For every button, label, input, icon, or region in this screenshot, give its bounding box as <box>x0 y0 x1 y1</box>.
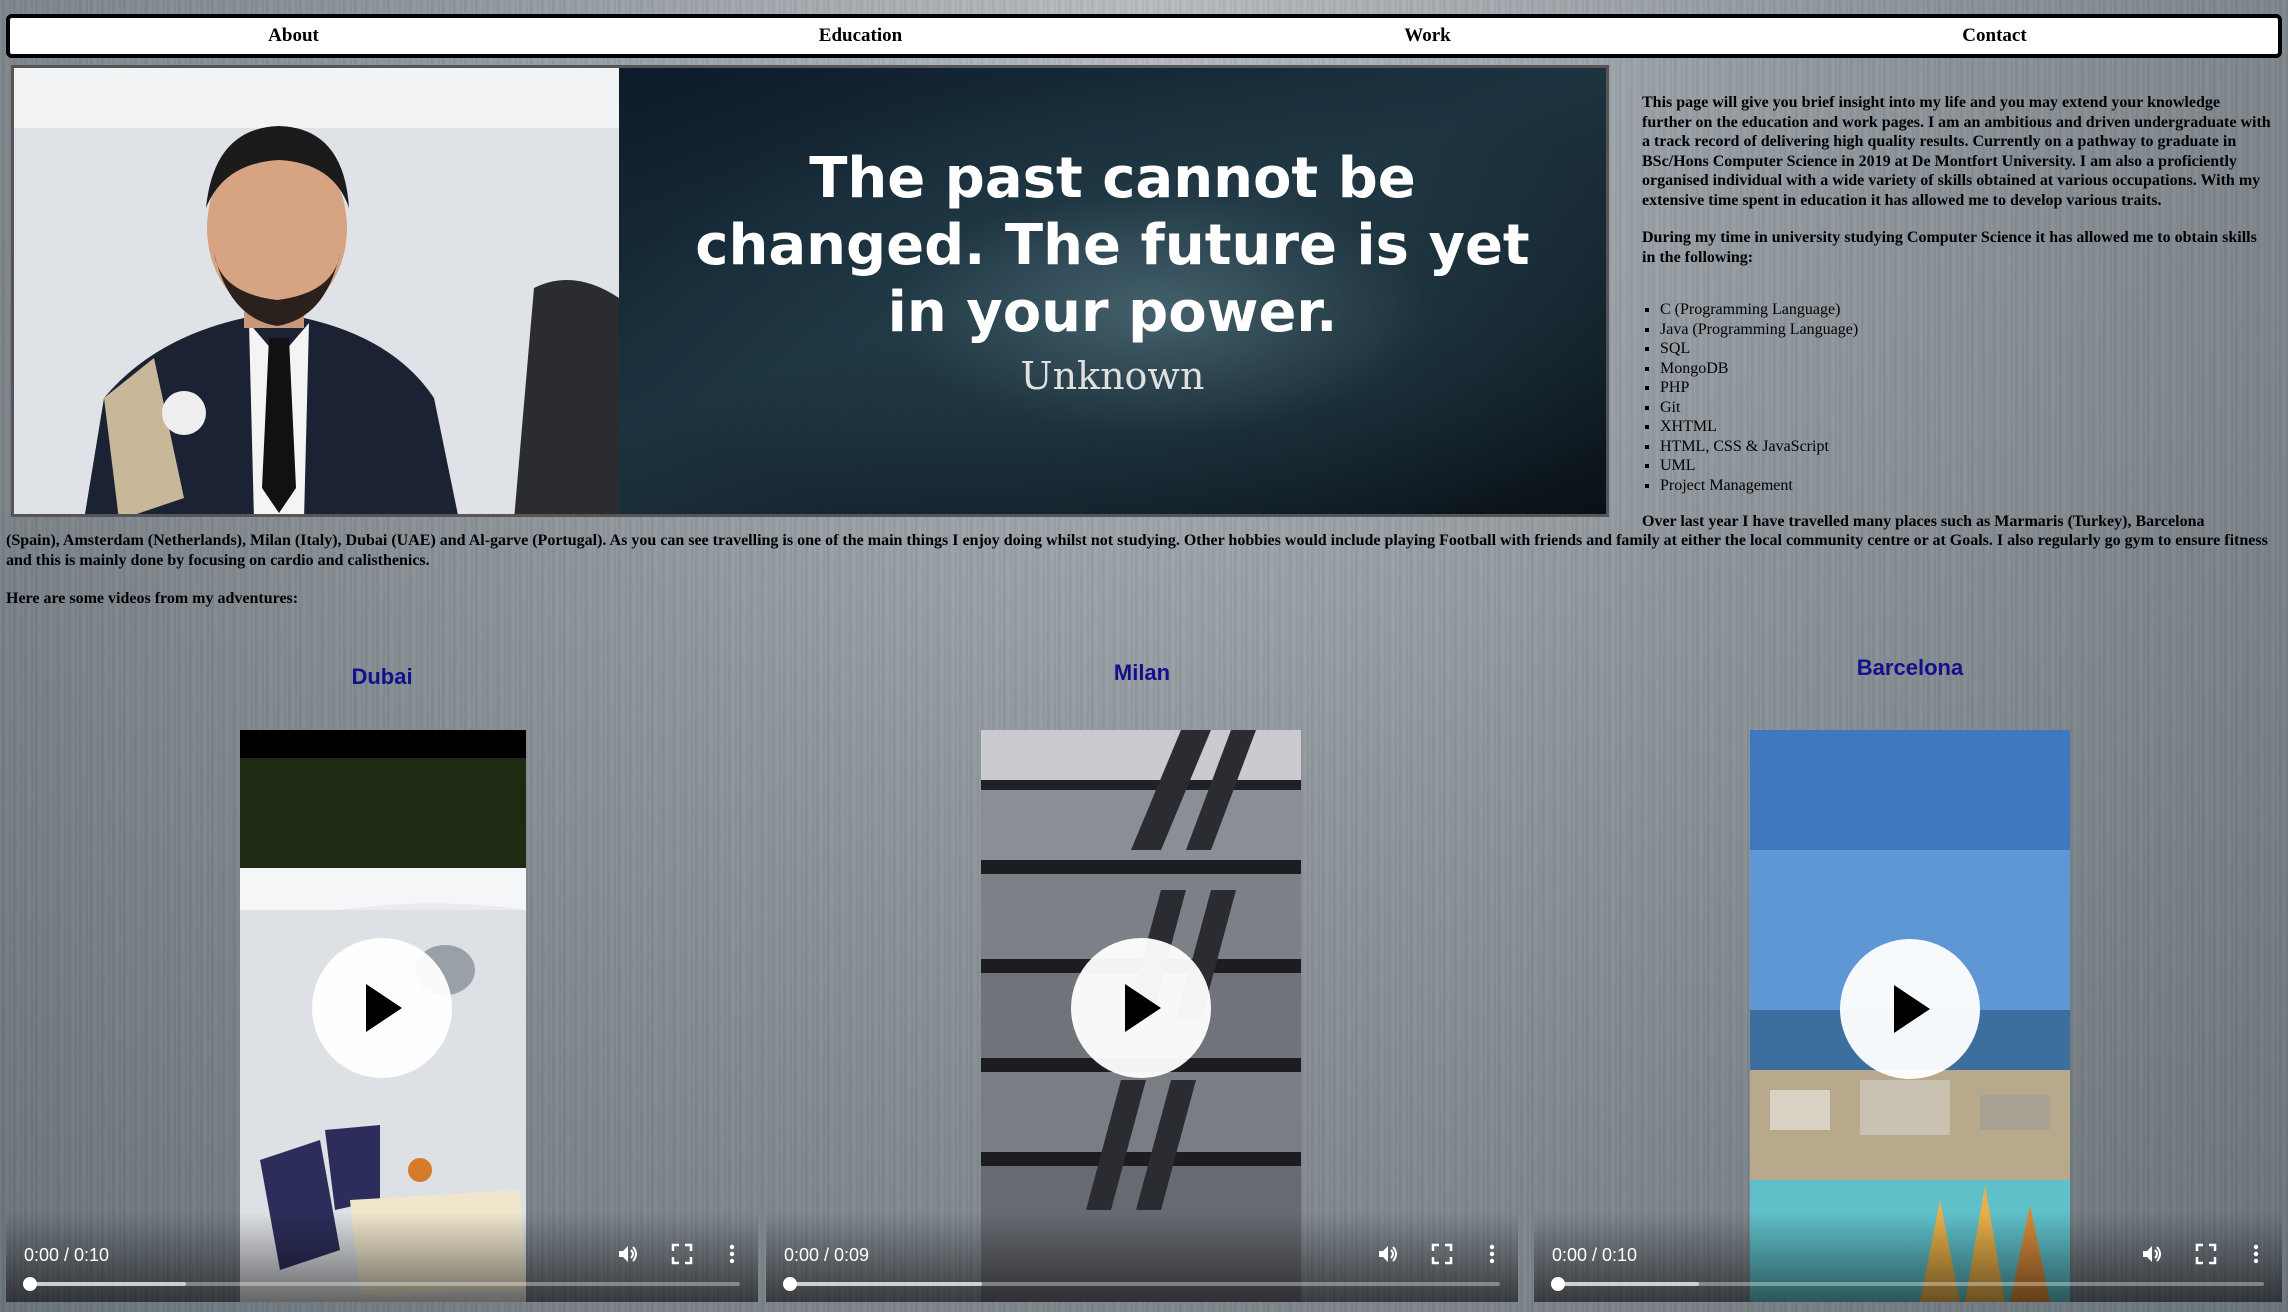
video-controls: 0:00 / 0:10 <box>1534 1212 2282 1302</box>
video-time: 0:00 / 0:10 <box>1552 1245 1638 1265</box>
list-item: Project Management <box>1660 476 2260 496</box>
seek-handle[interactable] <box>23 1277 37 1291</box>
list-item: HTML, CSS & JavaScript <box>1660 437 2260 457</box>
video-title-milan: Milan <box>1113 660 1171 685</box>
profile-photo-illustration <box>14 68 619 514</box>
list-item: Git <box>1660 398 2260 418</box>
list-item: PHP <box>1660 378 2260 398</box>
travel-paragraph-start: Over last year I have travelled many pla… <box>1642 513 2205 530</box>
play-icon <box>1894 985 1930 1033</box>
play-button[interactable] <box>1840 939 1980 1079</box>
fullscreen-icon[interactable] <box>2194 1242 2218 1266</box>
list-item: XHTML <box>1660 417 2260 437</box>
video-time: 0:00 / 0:10 <box>24 1245 110 1265</box>
video-seek-bar[interactable] <box>783 1277 1500 1291</box>
volume-icon[interactable] <box>616 1242 640 1266</box>
list-item: Java (Programming Language) <box>1660 320 2260 340</box>
volume-icon[interactable] <box>1376 1242 1400 1266</box>
video-controls: 0:00 / 0:10 <box>6 1212 758 1302</box>
volume-icon[interactable] <box>2140 1242 2164 1266</box>
more-vertical-icon[interactable] <box>720 1242 744 1266</box>
play-button[interactable] <box>1071 938 1211 1078</box>
fullscreen-icon[interactable] <box>670 1242 694 1266</box>
video-player-milan[interactable]: 0:00 / 0:09 <box>766 730 1518 1302</box>
video-controls: 0:00 / 0:09 <box>766 1212 1518 1302</box>
video-seek-bar[interactable] <box>1551 1277 2264 1291</box>
video-buffer <box>790 1282 982 1286</box>
header-banner: The past cannot be changed. The future i… <box>11 65 1609 517</box>
list-item: C (Programming Language) <box>1660 300 2260 320</box>
intro-paragraph-1: This page will give you brief insight in… <box>1642 94 2271 209</box>
list-item: SQL <box>1660 339 2260 359</box>
nav-contact[interactable]: Contact <box>1711 25 2278 47</box>
fullscreen-icon[interactable] <box>1430 1242 1454 1266</box>
profile-photo <box>14 68 619 514</box>
videos-intro: Here are some videos from my adventures: <box>6 590 299 607</box>
intro-text: This page will give you brief insight in… <box>1642 93 2272 285</box>
play-button[interactable] <box>312 938 452 1078</box>
seek-handle[interactable] <box>1551 1277 1565 1291</box>
play-icon <box>366 984 402 1032</box>
nav-about[interactable]: About <box>10 25 577 47</box>
intro-paragraph-2: During my time in university studying Co… <box>1642 229 2257 266</box>
video-player-barcelona[interactable]: 0:00 / 0:10 <box>1534 730 2282 1302</box>
video-buffer <box>1558 1282 1700 1286</box>
video-player-dubai[interactable]: 0:00 / 0:10 <box>6 730 758 1302</box>
seek-handle[interactable] <box>783 1277 797 1291</box>
more-vertical-icon[interactable] <box>1480 1242 1504 1266</box>
list-item: UML <box>1660 456 2260 476</box>
nav-work[interactable]: Work <box>1144 25 1711 47</box>
skills-list: C (Programming Language) Java (Programmi… <box>1642 300 2260 495</box>
video-title-dubai: Dubai <box>351 664 413 689</box>
video-buffer <box>30 1282 187 1286</box>
quote-author: Unknown <box>1020 353 1205 398</box>
play-icon <box>1125 984 1161 1032</box>
travel-paragraph-rest: (Spain), Amsterdam (Netherlands), Milan … <box>6 532 2268 569</box>
list-item: MongoDB <box>1660 359 2260 379</box>
video-seek-bar[interactable] <box>23 1277 740 1291</box>
more-vertical-icon[interactable] <box>2244 1242 2268 1266</box>
top-nav: About Education Work Contact <box>6 14 2282 58</box>
video-time: 0:00 / 0:09 <box>784 1245 870 1265</box>
quote-banner: The past cannot be changed. The future i… <box>619 68 1606 514</box>
quote-text: The past cannot be changed. The future i… <box>695 145 1530 345</box>
nav-education[interactable]: Education <box>577 25 1144 47</box>
video-title-barcelona: Barcelona <box>1856 655 1964 680</box>
